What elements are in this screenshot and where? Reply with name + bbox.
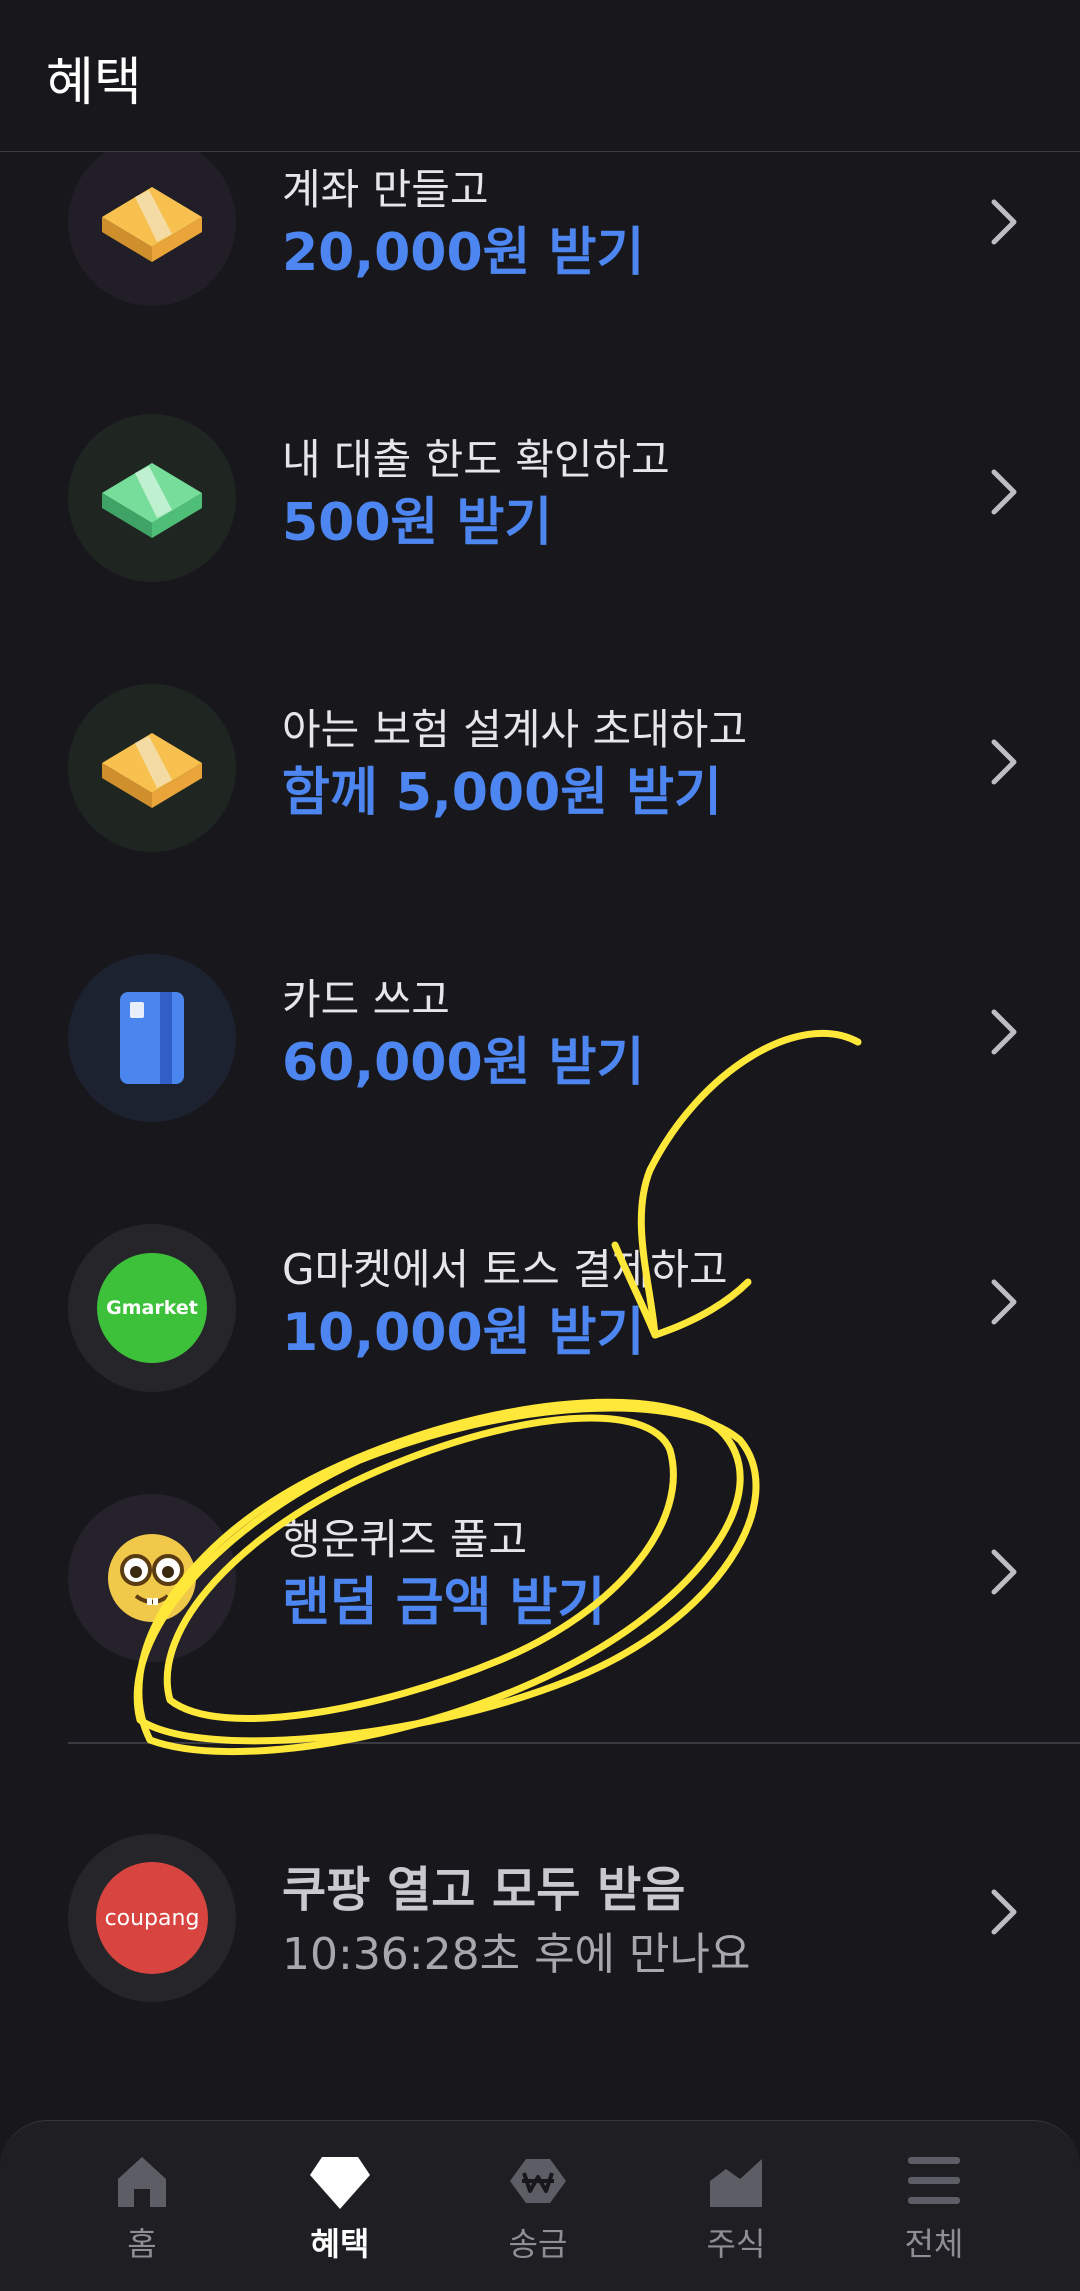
benefit-item-lucky-quiz[interactable]: 행운퀴즈 풀고 랜덤 금액 받기 [0, 1494, 1080, 1734]
nav-all[interactable]: 전체 [859, 2149, 1009, 2265]
chevron-right-icon [991, 1889, 1017, 1935]
section-divider [68, 1742, 1080, 1744]
chevron-right-icon [991, 199, 1017, 245]
nav-label: 홈 [127, 2225, 157, 2263]
benefit-reward: 함께 5,000원 받기 [282, 763, 722, 823]
benefit-description: 아는 보험 설계사 초대하고 [282, 705, 748, 754]
card-icon [68, 954, 236, 1122]
benefit-item-invite-agent[interactable]: 아는 보험 설계사 초대하고 함께 5,000원 받기 [0, 684, 1080, 924]
money-stack-yellow-icon [68, 684, 236, 852]
coupang-logo-text: coupang [104, 1905, 200, 1931]
benefit-item-card[interactable]: 카드 쓰고 60,000원 받기 [0, 954, 1080, 1194]
benefit-description: G마켓에서 토스 결제하고 [282, 1245, 728, 1294]
chevron-right-icon [991, 1279, 1017, 1325]
bottom-navigation: 홈 혜택 송금 주식 전체 [0, 2120, 1080, 2291]
chevron-right-icon [991, 739, 1017, 785]
benefit-description: 카드 쓰고 [282, 975, 450, 1024]
page-title: 혜택 [46, 53, 142, 113]
benefit-reward: 20,000원 받기 [282, 223, 645, 283]
chevron-right-icon [991, 469, 1017, 515]
nav-label: 주식 [706, 2225, 766, 2263]
nav-benefits[interactable]: 혜택 [265, 2149, 415, 2265]
nav-stocks[interactable]: 주식 [661, 2149, 811, 2265]
benefit-item-coupang[interactable]: coupang 쿠팡 열고 모두 받음 10:36:28초 후에 만나요 [0, 1834, 1080, 2074]
benefit-item-open-account[interactable]: 계좌 만들고 20,000원 받기 [0, 138, 1080, 384]
benefit-reward: 500원 받기 [282, 493, 553, 553]
benefit-reward: 60,000원 받기 [282, 1033, 645, 1093]
benefit-reward: 10,000원 받기 [282, 1303, 645, 1363]
nav-label: 전체 [904, 2225, 964, 2263]
benefit-description: 내 대출 한도 확인하고 [282, 435, 670, 484]
nav-transfer[interactable]: 송금 [463, 2149, 613, 2265]
nav-home[interactable]: 홈 [67, 2149, 217, 2265]
nav-label: 혜택 [310, 2225, 370, 2263]
diamond-icon [310, 2157, 370, 2209]
nerd-face-icon [68, 1494, 236, 1662]
gmarket-logo-text: Gmarket [106, 1297, 198, 1319]
benefit-reward: 랜덤 금액 받기 [282, 1573, 606, 1633]
benefit-description: 계좌 만들고 [282, 165, 489, 214]
menu-icon [908, 2157, 960, 2204]
money-stack-yellow-icon [68, 138, 236, 306]
chevron-right-icon [991, 1549, 1017, 1595]
benefit-description: 쿠팡 열고 모두 받음 [282, 1862, 686, 1918]
benefit-item-loan-limit[interactable]: 내 대출 한도 확인하고 500원 받기 [0, 414, 1080, 654]
countdown-text: 10:36:28초 후에 만나요 [282, 1929, 751, 1980]
won-icon [510, 2159, 566, 2203]
chart-icon [710, 2159, 762, 2207]
money-stack-green-icon [68, 414, 236, 582]
benefit-item-gmarket[interactable]: Gmarket G마켓에서 토스 결제하고 10,000원 받기 [0, 1224, 1080, 1464]
app-header: 혜택 [0, 0, 1080, 152]
benefit-description: 행운퀴즈 풀고 [282, 1515, 528, 1564]
home-icon [118, 2157, 166, 2207]
gmarket-logo-icon: Gmarket [68, 1224, 236, 1392]
nav-label: 송금 [508, 2225, 568, 2263]
coupang-logo-icon: coupang [68, 1834, 236, 2002]
chevron-right-icon [991, 1009, 1017, 1055]
